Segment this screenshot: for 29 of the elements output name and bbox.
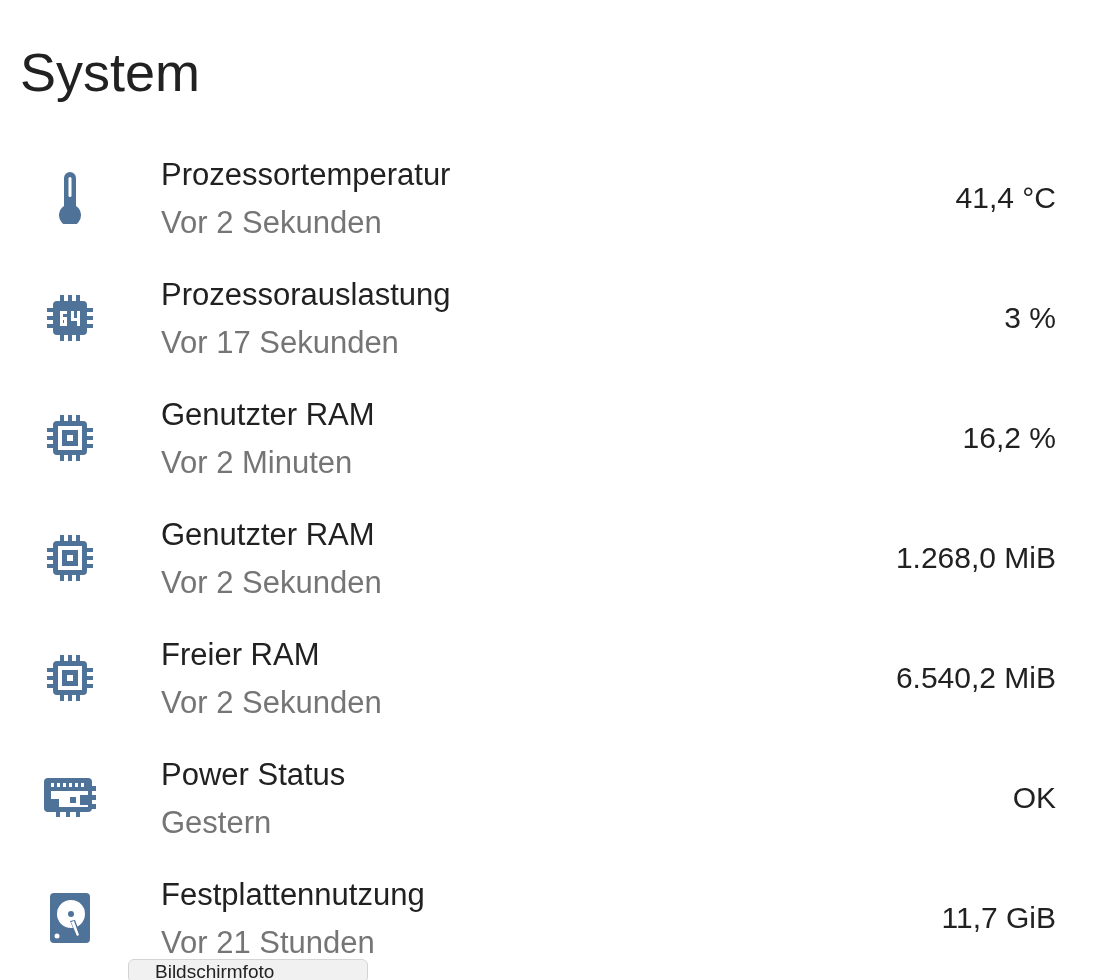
entity-name: Prozessortemperatur [161, 157, 451, 193]
cpu-icon [47, 295, 93, 341]
entity-value: OK [1012, 781, 1056, 815]
last-updated: Vor 2 Minuten [161, 447, 353, 479]
entity-value: 11,7 GiB [941, 901, 1056, 935]
entity-value: 16,2 % [962, 421, 1056, 455]
entity-value: 41,4 °C [955, 181, 1056, 215]
entity-name: Festplattennutzung [161, 877, 425, 913]
entity-name: Power Status [161, 757, 346, 793]
last-updated: Vor 2 Sekunden [161, 567, 382, 599]
circuit-board-icon [44, 778, 96, 818]
last-updated: Vor 2 Sekunden [161, 687, 382, 719]
last-updated: Vor 2 Sekunden [161, 207, 382, 239]
entity-value: 6.540,2 MiB [895, 661, 1056, 695]
entity-name: Freier RAM [161, 637, 320, 673]
last-updated: Vor 21 Stunden [161, 927, 375, 959]
entity-value: 1.268,0 MiB [895, 541, 1056, 575]
entity-name: Genutzter RAM [161, 517, 375, 553]
entity-name: Prozessorauslastung [161, 277, 451, 313]
card-title: System [19, 41, 202, 100]
entity-name: Genutzter RAM [161, 397, 375, 433]
chip-icon [47, 535, 93, 581]
chip-icon [47, 655, 93, 701]
tooltip: Bildschirmfoto [128, 959, 368, 980]
chip-icon [47, 415, 93, 461]
last-updated: Vor 17 Sekunden [161, 327, 399, 359]
last-updated: Gestern [161, 807, 272, 839]
thermometer-icon [56, 172, 84, 224]
entity-value: 3 % [1004, 301, 1056, 335]
